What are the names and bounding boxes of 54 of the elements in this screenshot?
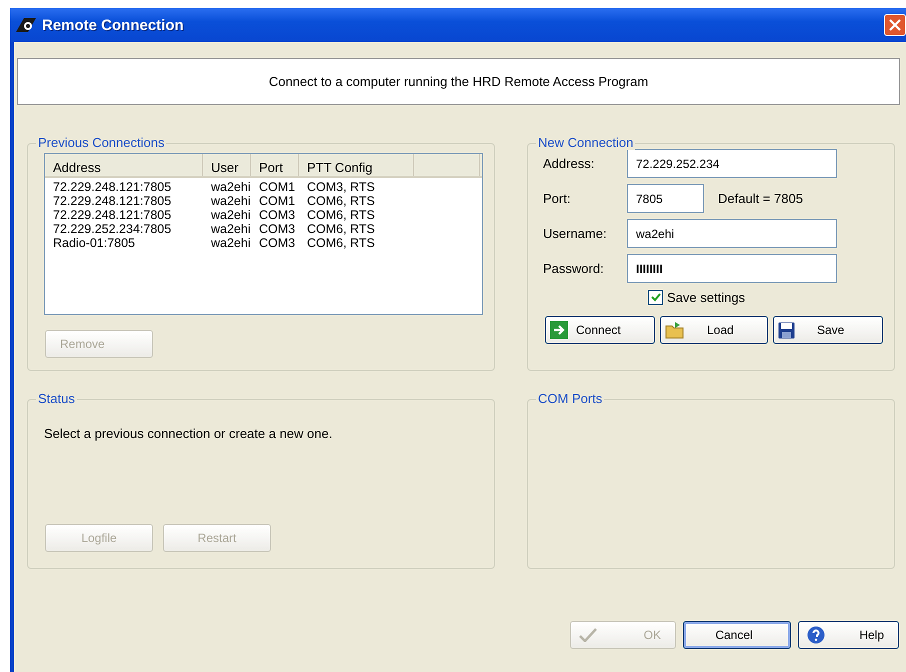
column-header[interactable]: User (203, 154, 251, 176)
list-cell[interactable]: COM1 (251, 180, 299, 194)
list-cell[interactable]: 72.229.248.121:7805 (45, 180, 203, 194)
close-button[interactable] (884, 14, 906, 36)
default-port-hint: Default = 7805 (718, 191, 803, 206)
field-label: Password: (542, 261, 605, 276)
field-label: Username: (542, 226, 608, 241)
list-cell[interactable]: wa2ehi (203, 180, 251, 194)
group-title: COM Ports (536, 391, 604, 406)
dialog-button[interactable]: Help (798, 621, 899, 649)
list-cell[interactable]: COM3 (251, 236, 299, 250)
app-logo-icon (16, 18, 36, 32)
list-cell[interactable]: 72.229.252.234:7805 (45, 222, 203, 236)
toolbar-button[interactable]: Save (773, 316, 883, 344)
column-header[interactable]: PTT Config (299, 154, 414, 176)
help-icon (807, 626, 825, 644)
window-title: Remote Connection (42, 16, 185, 34)
checkmark-icon (579, 628, 597, 642)
input-field[interactable]: IIIIIIII (627, 254, 837, 283)
check-icon (650, 293, 660, 302)
dialog-button[interactable]: Cancel (683, 621, 791, 649)
group-title: Previous Connections (36, 135, 166, 150)
list-cell[interactable]: 72.229.248.121:7805 (45, 194, 203, 208)
list-cell[interactable]: COM6, RTS (299, 194, 414, 208)
column-header[interactable]: Port (251, 154, 299, 176)
list-cell[interactable]: wa2ehi (203, 208, 251, 222)
list-cell[interactable]: COM3 (251, 222, 299, 236)
list-cell[interactable]: Radio-01:7805 (45, 236, 203, 250)
list-cell[interactable]: COM3, RTS (299, 180, 414, 194)
save-settings-checkbox[interactable]: Save settings (648, 290, 894, 305)
status-message: Select a previous connection or create a new one. (44, 426, 334, 441)
list-cell[interactable]: 72.229.248.121:7805 (45, 208, 203, 222)
close-icon (889, 19, 901, 31)
toolbar-button[interactable]: Connect (545, 316, 655, 344)
input-field[interactable]: 7805 (627, 184, 704, 213)
input-field[interactable]: 72.229.252.234 (627, 149, 837, 178)
banner-text: Connect to a computer running the HRD Remote Access Program (268, 74, 648, 89)
toolbar-button[interactable]: Load (660, 316, 768, 344)
field-label: Address: (542, 156, 596, 171)
list-cell[interactable]: wa2ehi (203, 236, 251, 250)
list-cell[interactable]: wa2ehi (203, 222, 251, 236)
list-cell[interactable]: COM1 (251, 194, 299, 208)
list-cell[interactable]: COM6, RTS (299, 222, 414, 236)
input-field[interactable]: wa2ehi (627, 219, 837, 248)
list-cell[interactable]: wa2ehi (203, 194, 251, 208)
group-title: Status (36, 391, 77, 406)
field-label: Port: (542, 191, 572, 206)
list-cell[interactable]: COM6, RTS (299, 236, 414, 250)
checkbox[interactable] (648, 290, 663, 305)
group-title: New Connection (536, 135, 636, 150)
folder-icon (665, 321, 685, 339)
list-cell[interactable]: COM6, RTS (299, 208, 414, 222)
list-cell[interactable]: COM3 (251, 208, 299, 222)
column-header[interactable]: Address (45, 154, 203, 176)
